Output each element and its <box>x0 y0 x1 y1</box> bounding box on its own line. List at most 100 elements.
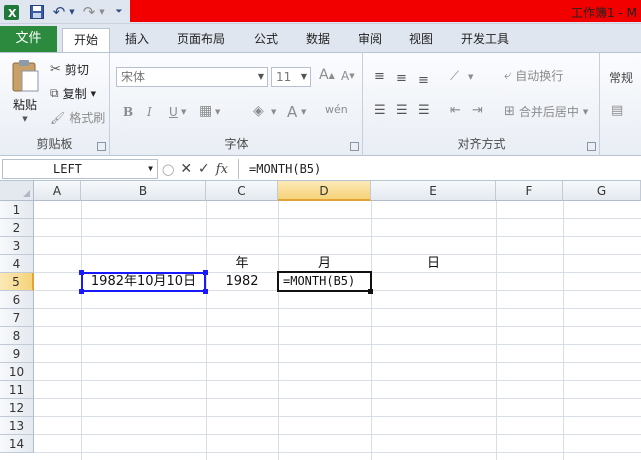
tab-home[interactable]: 开始 <box>62 28 110 53</box>
cell-b5[interactable]: 1982年10月10日 <box>81 272 206 292</box>
merge-dropdown-icon: ▼ <box>582 107 589 116</box>
font-name-value: 宋体 <box>121 70 146 84</box>
decrease-font-button[interactable]: A ▼ <box>341 69 355 83</box>
borders-icon[interactable]: ▦ <box>199 103 212 119</box>
gridline <box>206 201 207 460</box>
tab-insert[interactable]: 插入 <box>115 28 159 52</box>
copy-button[interactable]: ⧉ 复制 ▼ <box>50 85 96 102</box>
fill-color-icon[interactable]: ◈ <box>253 103 264 119</box>
format-painter-label: 格式刷 <box>69 111 106 125</box>
row-header-10[interactable]: 10 <box>0 363 34 381</box>
quick-access-toolbar: X ↶ ▼ ↷ ▼ ⏷ <box>2 3 128 21</box>
increase-indent-icon[interactable]: ⇥ <box>472 103 483 118</box>
clipboard-launcher-icon[interactable] <box>97 142 106 151</box>
align-center-icon[interactable]: ☰ <box>396 103 408 118</box>
cut-button[interactable]: ✂ 剪切 <box>50 61 89 78</box>
align-right-icon[interactable]: ☰ <box>418 103 430 118</box>
row-header-2[interactable]: 2 <box>0 219 34 237</box>
row-header-11[interactable]: 11 <box>0 381 34 399</box>
window-title: 工作簿1 - M <box>571 6 637 20</box>
tab-developer[interactable]: 开发工具 <box>452 28 518 52</box>
redo-icon[interactable]: ↷ <box>80 3 98 21</box>
row-header-14[interactable]: 14 <box>0 435 34 453</box>
tab-file[interactable]: 文件 <box>0 26 57 52</box>
alignment-launcher-icon[interactable] <box>587 142 596 151</box>
reference-handle <box>79 270 84 275</box>
row-header-7[interactable]: 7 <box>0 309 34 327</box>
select-all-button[interactable] <box>0 181 34 201</box>
tab-view[interactable]: 视图 <box>399 28 443 52</box>
italic-button[interactable]: I <box>147 105 152 119</box>
row-header-1[interactable]: 1 <box>0 201 34 219</box>
fill-color-dropdown-icon[interactable]: ▼ <box>271 108 276 116</box>
undo-dropdown-icon[interactable]: ▼ <box>68 3 76 21</box>
row-header-13[interactable]: 13 <box>0 417 34 435</box>
row-header-12[interactable]: 12 <box>0 399 34 417</box>
decrease-indent-icon[interactable]: ⇤ <box>450 103 461 118</box>
column-header-e[interactable]: E <box>371 181 496 201</box>
save-icon[interactable] <box>28 3 46 21</box>
gridline <box>34 308 641 309</box>
name-box[interactable]: LEFT ▼ <box>2 159 158 179</box>
wrap-text-button[interactable]: ⤶ 自动换行 <box>504 67 563 84</box>
font-name-select[interactable]: 宋体 ▼ <box>116 67 268 87</box>
underline-button[interactable]: U <box>169 105 178 119</box>
copy-icon: ⧉ <box>50 86 59 100</box>
cell-e4[interactable]: 日 <box>371 255 496 273</box>
formula-resize-icon[interactable]: ◯ <box>162 163 174 176</box>
increase-font-button[interactable]: A ▲ <box>319 67 335 83</box>
format-painter-button[interactable]: 🖌 格式刷 <box>50 109 105 126</box>
row-header-9[interactable]: 9 <box>0 345 34 363</box>
tab-data[interactable]: 数据 <box>296 28 340 52</box>
enter-check-icon[interactable]: ✓ <box>198 161 210 177</box>
column-header-g[interactable]: G <box>563 181 641 201</box>
formula-input[interactable]: =MONTH(B5) <box>238 159 641 179</box>
clipboard-group: 粘贴 ▼ ✂ 剪切 ⧉ 复制 ▼ 🖌 格式刷 剪贴板 <box>0 53 110 156</box>
fill-handle[interactable] <box>368 289 373 294</box>
customize-qat-icon[interactable]: ⏷ <box>110 3 128 21</box>
column-header-c[interactable]: C <box>206 181 278 201</box>
orientation-icon[interactable]: ⟋ <box>450 69 459 84</box>
font-launcher-icon[interactable] <box>350 142 359 151</box>
cell-d5-editing[interactable]: =MONTH(B5) <box>277 271 372 292</box>
column-header-a[interactable]: A <box>34 181 81 201</box>
number-format-select[interactable]: 常规 <box>609 69 633 86</box>
merge-center-button[interactable]: ⊞ 合并后居中 ▼ <box>504 103 588 120</box>
cell-c5[interactable]: 1982 <box>206 273 278 291</box>
row-header-3[interactable]: 3 <box>0 237 34 255</box>
font-color-dropdown-icon[interactable]: ▼ <box>301 108 306 116</box>
insert-function-icon[interactable]: fx <box>216 162 228 177</box>
excel-logo-icon[interactable]: X <box>2 3 20 21</box>
font-size-select[interactable]: 11 ▼ <box>271 67 311 87</box>
row-header-6[interactable]: 6 <box>0 291 34 309</box>
ribbon: 粘贴 ▼ ✂ 剪切 ⧉ 复制 ▼ 🖌 格式刷 剪贴板 宋体 ▼ 11 ▼ A ▲ … <box>0 52 641 156</box>
column-header-f[interactable]: F <box>496 181 563 201</box>
align-middle-icon[interactable]: ≡ <box>396 71 407 86</box>
accounting-format-icon[interactable]: ▤ <box>611 103 623 118</box>
column-header-b[interactable]: B <box>81 181 206 201</box>
align-bottom-icon[interactable]: ≡ <box>418 73 429 88</box>
tab-page-layout[interactable]: 页面布局 <box>168 28 234 52</box>
borders-dropdown-icon[interactable]: ▼ <box>215 108 220 116</box>
tab-formulas[interactable]: 公式 <box>244 28 288 52</box>
row-header-8[interactable]: 8 <box>0 327 34 345</box>
cancel-icon[interactable]: ✕ <box>180 161 192 177</box>
row-header-4[interactable]: 4 <box>0 255 34 273</box>
row-header-5[interactable]: 5 <box>0 273 34 291</box>
undo-icon[interactable]: ↶ <box>50 3 68 21</box>
align-top-icon[interactable]: ≡ <box>374 69 385 84</box>
tab-review[interactable]: 审阅 <box>348 28 392 52</box>
bold-button[interactable]: B <box>123 105 133 119</box>
align-left-icon[interactable]: ☰ <box>374 103 386 118</box>
redo-dropdown-icon[interactable]: ▼ <box>98 3 106 21</box>
paste-button[interactable]: 粘贴 ▼ <box>10 59 40 123</box>
gridline <box>81 201 82 460</box>
gridline <box>34 236 641 237</box>
phonetic-icon[interactable]: wén <box>325 103 348 116</box>
cell-c4[interactable]: 年 <box>206 255 278 273</box>
formula-tools: ◯ ✕ ✓ fx <box>162 160 228 178</box>
font-color-icon[interactable]: A <box>287 103 297 121</box>
underline-dropdown-icon[interactable]: ▼ <box>181 108 186 116</box>
column-header-d[interactable]: D <box>278 181 371 201</box>
orientation-dropdown-icon[interactable]: ▼ <box>468 73 473 81</box>
